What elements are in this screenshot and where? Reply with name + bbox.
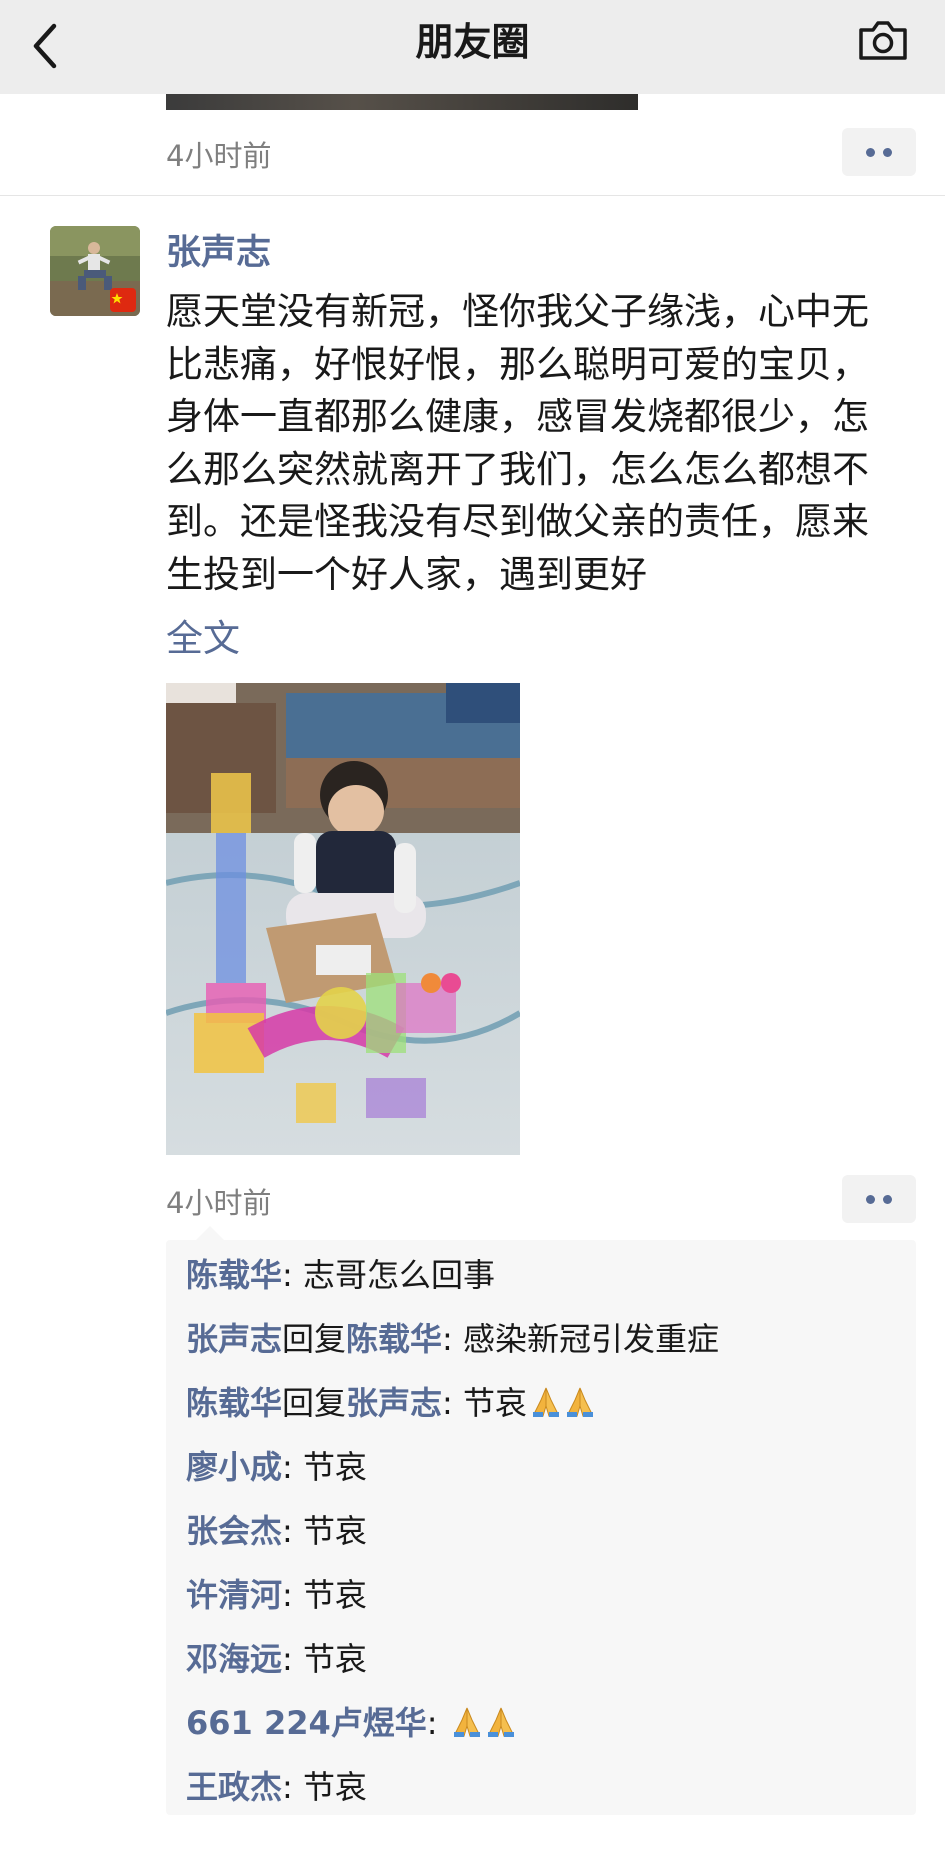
comment-reply-word: 回复 (282, 1320, 347, 1358)
avatar[interactable] (50, 226, 140, 316)
photo-icon (166, 683, 520, 1155)
page-title: 朋友圈 (415, 20, 530, 64)
comment-author[interactable]: 许清河 (186, 1576, 282, 1614)
camera-icon (859, 21, 907, 60)
comment-item[interactable]: 张会杰: 节哀 (186, 1501, 906, 1561)
comment-item[interactable]: 许清河: 节哀 (186, 1565, 906, 1625)
comment-text: : 节哀 (282, 1512, 367, 1550)
comment-author[interactable]: 邓海远 (186, 1640, 282, 1678)
post-time: 4小时前 (166, 1186, 272, 1220)
comment-reply-word: 回复 (282, 1384, 347, 1422)
comment-item[interactable]: 张声志回复陈载华: 感染新冠引发重症 (186, 1309, 906, 1369)
more-dot-icon (866, 1195, 875, 1204)
comment-text: : (426, 1704, 448, 1742)
comment-item[interactable]: 邓海远: 节哀 (186, 1629, 906, 1689)
comment-reply-target[interactable]: 张声志 (346, 1384, 442, 1422)
previous-post-more-button[interactable] (842, 128, 916, 176)
comments-panel: 陈载华: 志哥怎么回事 张声志回复陈载华: 感染新冠引发重症 陈载华回复张声志:… (166, 1226, 916, 1817)
post-more-button[interactable] (842, 1175, 916, 1223)
comment-text: : 志哥怎么回事 (282, 1256, 495, 1294)
comment-author[interactable]: 廖小成 (186, 1448, 282, 1486)
comment-author[interactable]: 张声志 (186, 1320, 282, 1358)
more-dot-icon (866, 148, 875, 157)
post-divider (0, 195, 945, 196)
full-text-link[interactable]: 全文 (166, 608, 240, 662)
comment-text: : 节哀 (282, 1448, 367, 1486)
comment-text: : 节哀 (282, 1576, 367, 1614)
comment-reply-target[interactable]: 陈载华 (346, 1320, 442, 1358)
comment-item[interactable]: 陈载华回复张声志: 节哀 (186, 1373, 906, 1433)
more-dot-icon (883, 148, 892, 157)
comment-author[interactable]: 张会杰 (186, 1512, 282, 1550)
navigation-bar: 朋友圈 (0, 0, 945, 94)
praying-hands-icon (533, 1387, 560, 1417)
post-author[interactable]: 张声志 (166, 224, 271, 275)
previous-post-time: 4小时前 (166, 139, 272, 173)
camera-button[interactable] (857, 16, 909, 64)
praying-hands-icon (453, 1707, 480, 1737)
praying-hands-icon (487, 1707, 514, 1737)
post-text: 愿天堂没有新冠，怪你我父子缘浅，心中无比悲痛，好恨好恨，那么聪明可爱的宝贝，身体… (166, 290, 869, 596)
praying-hands-icon (567, 1387, 594, 1417)
comment-item[interactable]: 王政杰: 节哀 (186, 1757, 906, 1817)
avatar-image (50, 226, 140, 316)
comment-item[interactable]: 廖小成: 节哀 (186, 1437, 906, 1497)
comment-author[interactable]: 王政杰 (186, 1768, 282, 1806)
comment-item[interactable]: 661 224卢煜华: (186, 1693, 906, 1753)
china-flag-icon (110, 288, 136, 312)
more-dot-icon (883, 1195, 892, 1204)
comment-author[interactable]: 661 224卢煜华 (186, 1704, 427, 1742)
previous-post-image[interactable] (166, 94, 638, 110)
comment-text: : 节哀 (442, 1384, 528, 1422)
comment-text: : 节哀 (282, 1640, 367, 1678)
comment-author[interactable]: 陈载华 (186, 1256, 282, 1294)
comment-text: : 节哀 (282, 1768, 367, 1806)
comment-text: : 感染新冠引发重症 (442, 1320, 720, 1358)
comment-item[interactable]: 陈载华: 志哥怎么回事 (186, 1245, 906, 1305)
post-photo[interactable] (166, 683, 520, 1155)
comment-author[interactable]: 陈载华 (186, 1384, 282, 1422)
